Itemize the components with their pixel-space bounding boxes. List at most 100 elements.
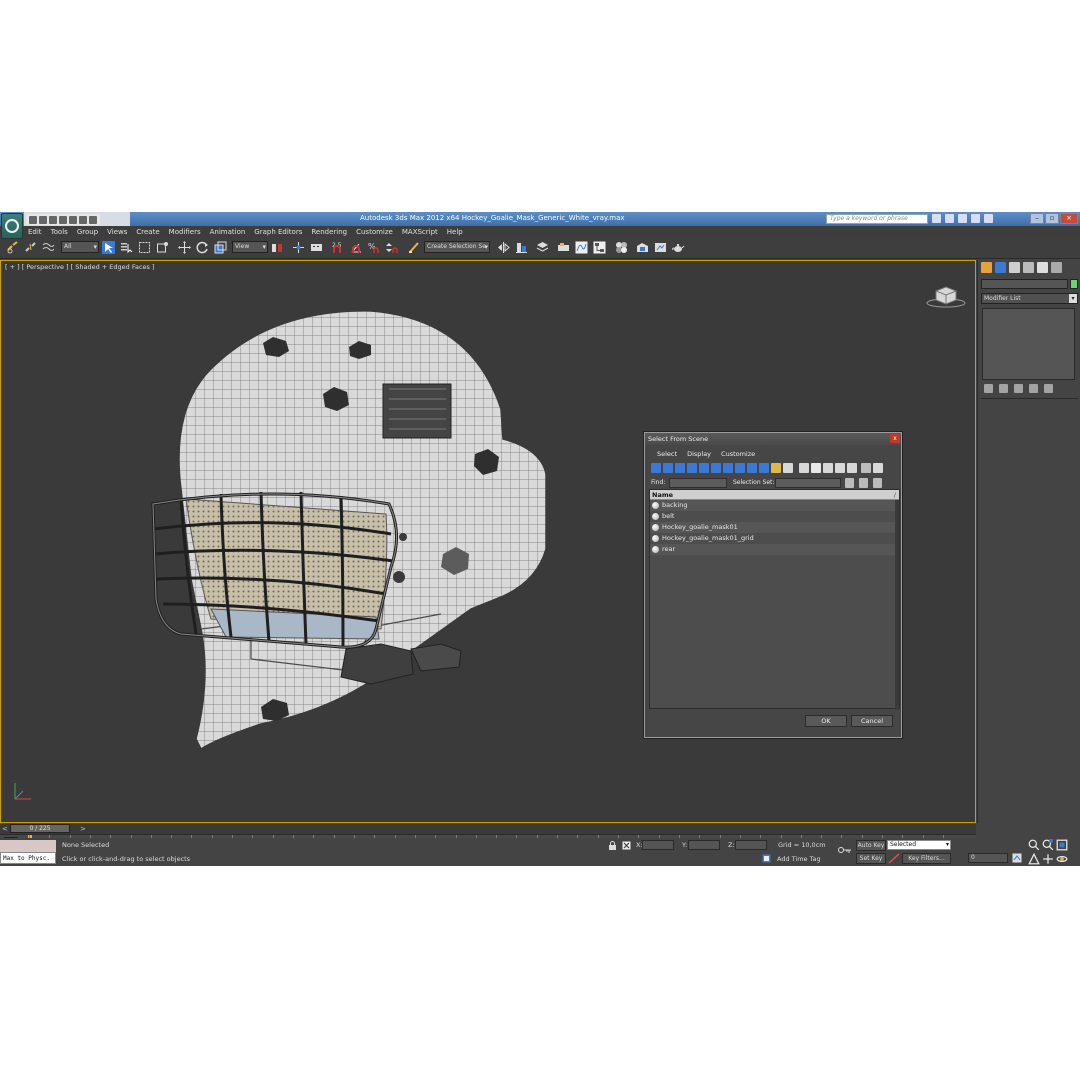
list-item[interactable]: rear <box>650 544 899 555</box>
display-tab-icon[interactable] <box>1037 262 1048 273</box>
key-filters-button[interactable]: Key Filters... <box>902 853 951 864</box>
material-editor-icon[interactable] <box>615 241 628 254</box>
motion-tab-icon[interactable] <box>1023 262 1034 273</box>
create-tab-icon[interactable] <box>981 262 992 273</box>
mirror-icon[interactable] <box>497 241 510 254</box>
window-crossing-icon[interactable] <box>156 241 169 254</box>
set-key-button[interactable]: Set Key <box>856 853 886 864</box>
new-file-icon[interactable] <box>29 215 37 224</box>
pin-stack-icon[interactable] <box>984 384 993 393</box>
rect-selection-icon[interactable] <box>138 241 151 254</box>
communication-icon[interactable] <box>958 214 967 223</box>
select-object-icon[interactable] <box>102 241 115 254</box>
app-logo-icon[interactable] <box>1 213 23 239</box>
show-end-result-icon[interactable] <box>999 384 1008 393</box>
filter-icon[interactable] <box>861 463 871 473</box>
time-slider[interactable]: < 0 / 225 > <box>0 824 976 834</box>
z-coord-field[interactable] <box>735 840 767 850</box>
select-all-icon[interactable] <box>799 463 809 473</box>
make-unique-icon[interactable] <box>1014 384 1023 393</box>
snaps-toggle-icon[interactable]: 2.5 <box>332 241 345 254</box>
layer-manager-icon[interactable] <box>536 241 549 254</box>
maxscript-listener-pink[interactable] <box>0 840 56 852</box>
selection-lock-icon[interactable] <box>608 841 617 850</box>
orbit-icon[interactable] <box>1056 853 1068 865</box>
qat-dropdown-icon[interactable] <box>89 215 97 224</box>
pan-view-icon[interactable] <box>1042 853 1054 865</box>
select-children-icon[interactable] <box>847 463 857 473</box>
time-configuration-icon[interactable] <box>1012 853 1022 863</box>
auto-key-button[interactable]: Auto Key <box>856 840 886 851</box>
viewport-label[interactable]: [ + ] [ Perspective ] [ Shaded + Edged F… <box>5 263 155 271</box>
modify-tab-icon[interactable] <box>995 262 1006 273</box>
modifier-list-dropdown[interactable]: Modifier List <box>981 293 1078 304</box>
unlink-icon[interactable] <box>24 241 37 254</box>
find-input[interactable] <box>669 478 727 488</box>
perspective-viewport[interactable]: [ + ] [ Perspective ] [ Shaded + Edged F… <box>0 260 976 823</box>
menu-animation[interactable]: Animation <box>210 228 246 236</box>
selection-set-dropdown[interactable] <box>775 478 841 488</box>
favorites-star-icon[interactable] <box>971 214 980 223</box>
utilities-tab-icon[interactable] <box>1051 262 1062 273</box>
display-shapes-icon[interactable] <box>663 463 673 473</box>
zoom-icon[interactable] <box>1028 839 1040 851</box>
dialog-menu-select[interactable]: Select <box>657 450 677 458</box>
graphite-ribbon-icon[interactable] <box>557 241 570 254</box>
menu-views[interactable]: Views <box>107 228 127 236</box>
percent-snap-icon[interactable]: % <box>368 241 381 254</box>
time-slider-right-arrow[interactable]: > <box>80 825 86 833</box>
dialog-title-bar[interactable]: Select From Scene x <box>645 433 901 445</box>
close-button[interactable]: × <box>1060 213 1078 224</box>
menu-help[interactable]: Help <box>447 228 463 236</box>
hierarchy-tab-icon[interactable] <box>1009 262 1020 273</box>
curve-editor-icon[interactable] <box>575 241 588 254</box>
menu-create[interactable]: Create <box>136 228 159 236</box>
menu-group[interactable]: Group <box>77 228 98 236</box>
list-item[interactable]: Hockey_goalie_mask01_grid <box>650 533 899 544</box>
binoculars-icon[interactable] <box>932 214 941 223</box>
menu-rendering[interactable]: Rendering <box>311 228 347 236</box>
display-bones-icon[interactable] <box>747 463 757 473</box>
pivot-point-icon[interactable] <box>271 241 284 254</box>
list-item[interactable]: Hockey_goalie_mask01 <box>650 522 899 533</box>
remove-modifier-icon[interactable] <box>1029 384 1038 393</box>
list-scrollbar[interactable] <box>895 500 899 710</box>
bind-spacewarp-icon[interactable] <box>42 241 55 254</box>
ok-button[interactable]: OK <box>805 715 847 727</box>
display-xrefs-icon[interactable] <box>735 463 745 473</box>
y-coord-field[interactable] <box>688 840 720 850</box>
x-coord-field[interactable] <box>642 840 674 850</box>
rendered-frame-window-icon[interactable] <box>654 241 667 254</box>
display-helpers-icon[interactable] <box>699 463 709 473</box>
schematic-view-icon[interactable] <box>593 241 606 254</box>
key-icon[interactable] <box>838 846 852 854</box>
default-in-out-tangent-icon[interactable] <box>888 853 900 864</box>
render-setup-icon[interactable] <box>636 241 649 254</box>
time-tag-icon[interactable] <box>762 854 771 863</box>
redo-icon[interactable] <box>69 215 77 224</box>
render-teapot-icon[interactable] <box>672 241 685 254</box>
undo-icon[interactable] <box>59 215 67 224</box>
menu-graph-editors[interactable]: Graph Editors <box>254 228 302 236</box>
display-geometry-icon[interactable] <box>651 463 661 473</box>
key-mode-dropdown[interactable]: Selected <box>887 840 951 850</box>
display-lights-icon[interactable] <box>675 463 685 473</box>
align-icon[interactable] <box>515 241 528 254</box>
display-groups-icon[interactable] <box>723 463 733 473</box>
scale-icon[interactable] <box>214 241 227 254</box>
menu-modifiers[interactable]: Modifiers <box>169 228 201 236</box>
reference-coordinate-dropdown[interactable]: View <box>232 241 268 253</box>
subscription-icon[interactable] <box>945 214 954 223</box>
select-dependents-icon[interactable] <box>835 463 845 473</box>
cancel-button[interactable]: Cancel <box>851 715 893 727</box>
display-all-icon[interactable] <box>759 463 769 473</box>
modifier-stack[interactable] <box>982 308 1075 380</box>
maxscript-mini-listener[interactable]: Max to Physc. <box>0 852 56 864</box>
link-icon[interactable] <box>6 241 19 254</box>
spinner-snap-icon[interactable] <box>386 241 399 254</box>
menu-maxscript[interactable]: MAXScript <box>402 228 438 236</box>
zoom-all-icon[interactable] <box>1042 839 1054 851</box>
list-item[interactable]: backing <box>650 500 899 511</box>
viewcube-icon[interactable] <box>926 283 966 309</box>
keyboard-shortcut-icon[interactable] <box>310 241 323 254</box>
